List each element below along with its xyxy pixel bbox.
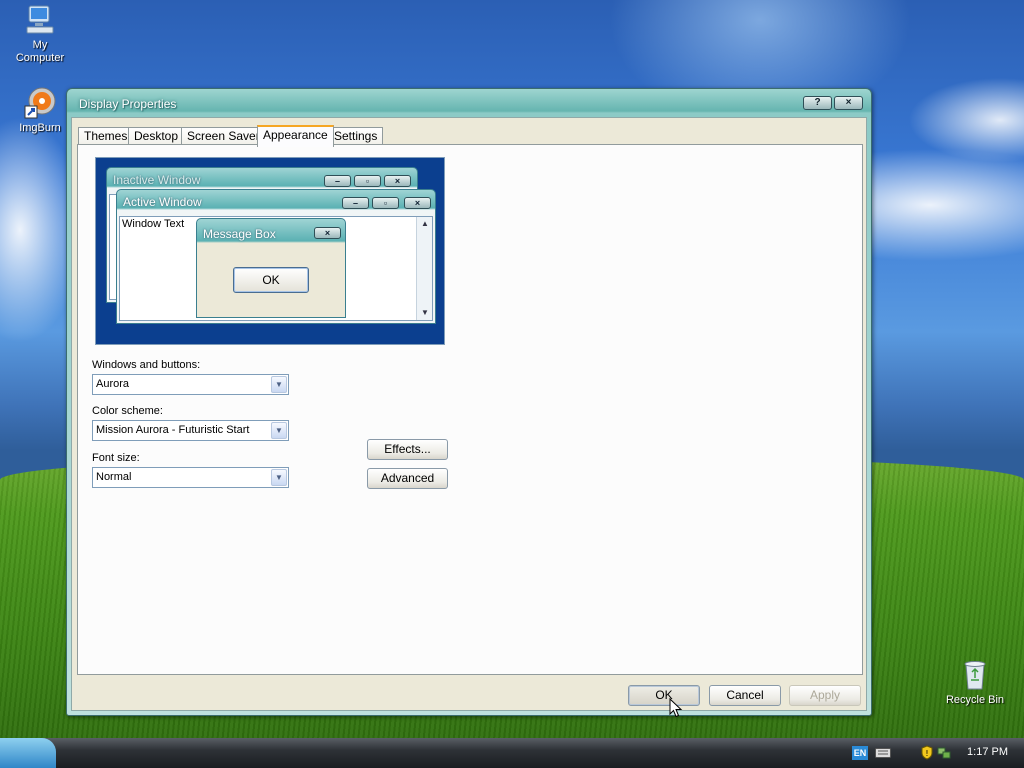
windows-buttons-label: Windows and buttons:	[92, 359, 201, 371]
preview-window-text: Window Text	[122, 218, 185, 230]
desktop-icon-label: ImgBurn	[19, 122, 61, 134]
chevron-down-icon[interactable]: ▼	[271, 422, 287, 439]
title-bar[interactable]: Display Properties ? ×	[71, 89, 867, 117]
appearance-preview: Inactive Window – ▫ × Active Window – ▫ …	[95, 157, 445, 345]
recycle-bin-icon	[964, 661, 986, 690]
desktop-icon-label: Recycle Bin	[945, 694, 1005, 706]
language-indicator[interactable]: EN	[852, 746, 868, 760]
color-scheme-label: Color scheme:	[92, 405, 163, 417]
windows-buttons-value: Aurora	[96, 378, 130, 390]
close-icon: ×	[314, 227, 341, 239]
cancel-button[interactable]: Cancel	[709, 685, 781, 706]
close-icon: ×	[404, 197, 431, 209]
keyboard-icon[interactable]	[875, 748, 891, 758]
preview-message-box: Message Box × OK	[196, 218, 346, 318]
preview-message-title: Message Box	[203, 227, 276, 241]
chevron-down-icon[interactable]: ▼	[271, 376, 287, 393]
maximize-icon: ▫	[372, 197, 399, 209]
preview-inactive-title: Inactive Window	[113, 173, 201, 187]
preview-ok-button: OK	[233, 267, 309, 293]
computer-icon	[26, 5, 54, 34]
close-button[interactable]: ×	[834, 96, 863, 110]
close-icon: ×	[845, 97, 852, 108]
font-size-value: Normal	[96, 471, 132, 483]
color-scheme-value: Mission Aurora - Futuristic Start	[96, 424, 250, 436]
window-title: Display Properties	[79, 97, 177, 111]
ok-button[interactable]: OK	[628, 685, 700, 706]
preview-active-title: Active Window	[123, 195, 202, 209]
windows-buttons-select[interactable]: Aurora ▼	[92, 374, 289, 395]
scroll-down-icon: ▼	[421, 308, 429, 317]
help-button[interactable]: ?	[803, 96, 832, 110]
advanced-button[interactable]: Advanced	[367, 468, 448, 489]
minimize-icon: –	[324, 175, 351, 187]
taskbar: EN ! 1:17 PM	[0, 738, 1024, 768]
mouse-cursor-icon	[669, 698, 683, 718]
dialog-client-area: Themes Desktop Screen Saver Appearance S…	[71, 117, 867, 711]
desktop-icon-recycle-bin[interactable]: Recycle Bin	[935, 658, 1015, 707]
disc-burn-icon	[24, 87, 56, 119]
preview-scrollbar: ▲ ▼	[416, 217, 432, 320]
effects-button[interactable]: Effects...	[367, 439, 448, 460]
appearance-panel: Inactive Window – ▫ × Active Window – ▫ …	[77, 144, 863, 675]
close-icon: ×	[384, 175, 411, 187]
color-scheme-select[interactable]: Mission Aurora - Futuristic Start ▼	[92, 420, 289, 441]
network-icon[interactable]	[937, 746, 951, 760]
svg-text:!: !	[925, 749, 928, 758]
system-tray: EN ! 1:17 PM	[849, 738, 1024, 768]
minimize-icon: –	[342, 197, 369, 209]
chevron-down-icon[interactable]: ▼	[271, 469, 287, 486]
clock[interactable]: 1:17 PM	[967, 746, 1008, 758]
desktop-icon-label: My Computer	[15, 39, 65, 64]
scroll-up-icon: ▲	[421, 219, 429, 228]
desktop-icon-my-computer[interactable]: My Computer	[0, 3, 80, 65]
start-button[interactable]	[0, 738, 56, 768]
apply-button[interactable]: Apply	[789, 685, 861, 706]
display-properties-window: Display Properties ? × Themes Desktop Sc…	[66, 88, 872, 716]
security-shield-icon[interactable]: !	[921, 745, 933, 760]
font-size-select[interactable]: Normal ▼	[92, 467, 289, 488]
tab-appearance[interactable]: Appearance	[257, 125, 334, 147]
maximize-icon: ▫	[354, 175, 381, 187]
font-size-label: Font size:	[92, 452, 140, 464]
